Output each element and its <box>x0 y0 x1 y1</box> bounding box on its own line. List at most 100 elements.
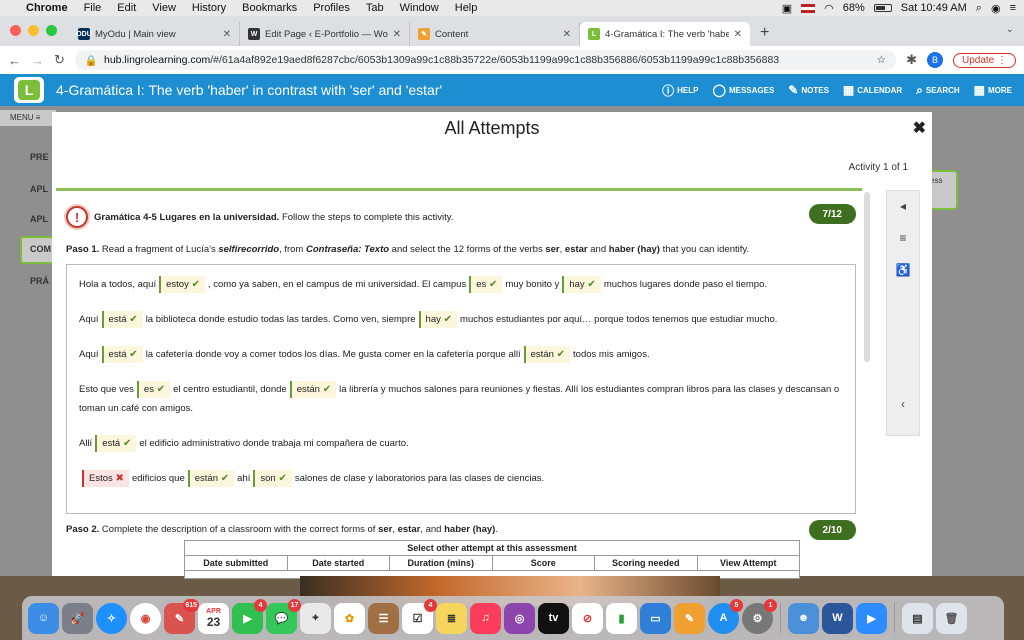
notes-icon[interactable]: ≣ <box>436 602 467 634</box>
progress-widget[interactable]: ess <box>928 170 958 210</box>
trash-icon[interactable]: 🗑 <box>936 602 967 634</box>
bookmark-star-icon[interactable]: ☆ <box>877 54 886 66</box>
nav-calendar[interactable]: ▦ CALENDAR <box>843 82 902 99</box>
verb-token-correct[interactable]: están <box>523 346 571 363</box>
menu-history[interactable]: History <box>192 2 226 14</box>
nav-notes[interactable]: ✎ NOTES <box>788 82 829 99</box>
us-flag-icon[interactable] <box>801 3 816 13</box>
clock[interactable]: Sat 10:49 AM <box>901 2 967 14</box>
app-store-icon[interactable]: A5 <box>708 598 743 634</box>
verb-token-correct[interactable]: estoy <box>159 276 205 293</box>
list-icon[interactable]: ≡ <box>899 231 906 245</box>
verb-token-correct[interactable]: está <box>101 346 143 363</box>
spotlight-icon[interactable]: ⌕ <box>976 2 982 15</box>
reminders-icon[interactable]: ☑ 4 <box>402 598 437 634</box>
collapse-up-icon[interactable]: ◂ <box>900 199 906 213</box>
menu-app-name[interactable]: Chrome <box>26 2 68 14</box>
update-button[interactable]: Update ⋮ <box>952 52 1016 68</box>
new-tab-icon[interactable]: + <box>760 24 769 42</box>
battery-icon[interactable] <box>873 4 892 12</box>
menu-toggle[interactable]: MENU ≡ <box>0 110 56 126</box>
sidebar-item-2[interactable]: APL <box>30 184 48 194</box>
token-incorrect[interactable]: Estos <box>82 470 129 487</box>
notification-icon[interactable]: ≡ <box>1010 2 1016 14</box>
apple-tv-icon[interactable]: tv <box>538 602 569 634</box>
verb-token-correct[interactable]: está <box>101 311 143 328</box>
zoom-icon[interactable]: ▶ <box>856 602 887 634</box>
wifi-icon[interactable]: ◠ <box>824 2 834 15</box>
verb-token-correct[interactable]: hay <box>562 276 601 293</box>
tab-eportfolio[interactable]: W Edit Page ‹ E-Portfolio — Word ✕ <box>240 22 410 46</box>
maximize-window-icon[interactable] <box>46 25 57 36</box>
safari-icon[interactable]: ✧ <box>96 602 127 634</box>
accessibility-icon[interactable]: ♿ <box>896 263 911 277</box>
reload-icon[interactable]: ↻ <box>54 52 65 68</box>
battery-percent[interactable]: 68% <box>843 2 865 14</box>
nav-search[interactable]: ⌕ SEARCH <box>916 82 960 99</box>
verb-token-correct[interactable]: es <box>136 381 171 398</box>
menu-window[interactable]: Window <box>400 2 439 14</box>
news-app-icon[interactable]: ⊘ <box>572 602 603 634</box>
tab-close-icon[interactable]: ✕ <box>393 29 401 40</box>
menu-bookmarks[interactable]: Bookmarks <box>242 2 297 14</box>
profile-avatar[interactable]: B <box>926 52 943 68</box>
launchpad-icon[interactable]: 🚀 <box>62 602 93 634</box>
downloads-folder-icon[interactable]: ▤ <box>902 602 933 634</box>
numbers-icon[interactable]: ▮ <box>606 602 637 634</box>
menu-profiles[interactable]: Profiles <box>313 2 350 14</box>
tab-gramatica[interactable]: L 4-Gramática I: The verb 'haber' ✕ <box>580 22 750 46</box>
verb-token-correct[interactable]: son <box>253 470 292 487</box>
nav-messages[interactable]: ◯ MESSAGES <box>713 82 775 99</box>
tab-myodu[interactable]: ODU MyOdu | Main view ✕ <box>70 22 240 46</box>
system-preferences-icon[interactable]: ⚙ 1 <box>742 598 777 634</box>
menu-help[interactable]: Help <box>455 2 478 14</box>
screen-record-icon[interactable]: ▣ <box>782 2 792 15</box>
back-icon[interactable]: ← <box>8 53 21 68</box>
verb-token-correct[interactable]: están <box>187 470 235 487</box>
nav-more[interactable]: ▦ MORE <box>974 82 1012 99</box>
verb-token-correct[interactable]: es <box>469 276 503 293</box>
sidebar-item-1[interactable]: PRE <box>30 152 49 162</box>
music-icon[interactable]: ♫ <box>470 602 501 634</box>
verb-token-correct[interactable]: está <box>95 435 137 452</box>
sidebar-item-5[interactable]: PRÁ <box>30 276 49 286</box>
tab-close-icon[interactable]: ✕ <box>223 29 231 40</box>
tab-close-icon[interactable]: ✕ <box>563 29 571 40</box>
messages-icon[interactable]: 💬 17 <box>266 598 301 634</box>
nav-help[interactable]: ⓘ HELP <box>662 82 698 99</box>
facetime-icon[interactable]: ▶ 4 <box>232 598 267 634</box>
sidebar-item-3[interactable]: APL <box>30 214 48 224</box>
address-bar[interactable]: 🔒 hub.lingrolearning.com/#/61a4af892e19a… <box>74 50 897 70</box>
modal-close-icon[interactable]: ✖ <box>913 118 926 138</box>
verb-token-correct[interactable]: hay <box>418 311 458 328</box>
word-icon[interactable]: W <box>822 602 853 634</box>
menu-view[interactable]: View <box>152 2 176 14</box>
news-icon[interactable]: ✎ 615 <box>164 598 199 634</box>
close-window-icon[interactable] <box>10 25 21 36</box>
control-center-icon[interactable]: ◉ <box>991 2 1001 15</box>
verb-token-correct[interactable]: están <box>289 381 337 398</box>
chevron-left-icon[interactable]: ‹ <box>901 397 905 411</box>
menu-file[interactable]: File <box>84 2 102 14</box>
maps-icon[interactable]: ⌖ <box>300 602 331 634</box>
pages-icon[interactable]: ✎ <box>674 602 705 634</box>
tab-content[interactable]: ✎ Content ✕ <box>410 22 580 46</box>
minimize-window-icon[interactable] <box>28 25 39 36</box>
sidebar-item-4[interactable]: COM <box>30 244 51 254</box>
keynote-icon[interactable]: ▭ <box>640 602 671 634</box>
extensions-icon[interactable]: ✱ <box>906 52 917 68</box>
menu-edit[interactable]: Edit <box>117 2 136 14</box>
user-app-icon[interactable]: ☻ <box>788 602 819 634</box>
tab-close-icon[interactable]: ✕ <box>734 29 742 40</box>
calendar-app-icon[interactable]: APR 23 <box>198 602 229 634</box>
forward-icon[interactable]: → <box>31 53 44 68</box>
photos-icon[interactable]: ✿ <box>334 602 365 634</box>
finder-icon[interactable]: ☺ <box>28 602 59 634</box>
lingro-logo[interactable]: L <box>14 77 44 103</box>
contacts-icon[interactable]: ☰ <box>368 602 399 634</box>
menu-tab[interactable]: Tab <box>366 2 384 14</box>
chrome-icon[interactable]: ◉ <box>130 602 161 634</box>
content-scrollbar[interactable] <box>864 192 870 362</box>
tab-search-chevron-icon[interactable]: ⌄ <box>1006 24 1014 35</box>
podcasts-icon[interactable]: ◎ <box>504 602 535 634</box>
